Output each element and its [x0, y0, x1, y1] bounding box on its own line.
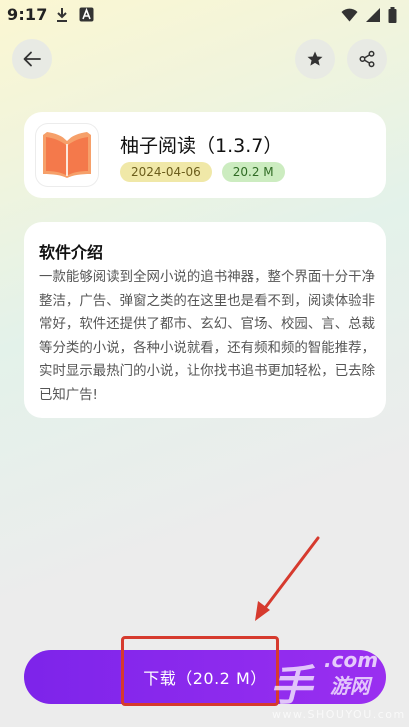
watermark-com: .com — [324, 648, 379, 672]
watermark-logo: 手 .com 游网 www.SHOUYOU.com — [270, 648, 404, 724]
annotation-highlight-box — [121, 636, 279, 706]
watermark-cn: 游网 — [330, 674, 370, 698]
watermark-hand: 手 — [270, 661, 313, 710]
watermark-url: www.SHOUYOU.com — [272, 708, 406, 721]
annotation-arrow — [255, 536, 320, 621]
